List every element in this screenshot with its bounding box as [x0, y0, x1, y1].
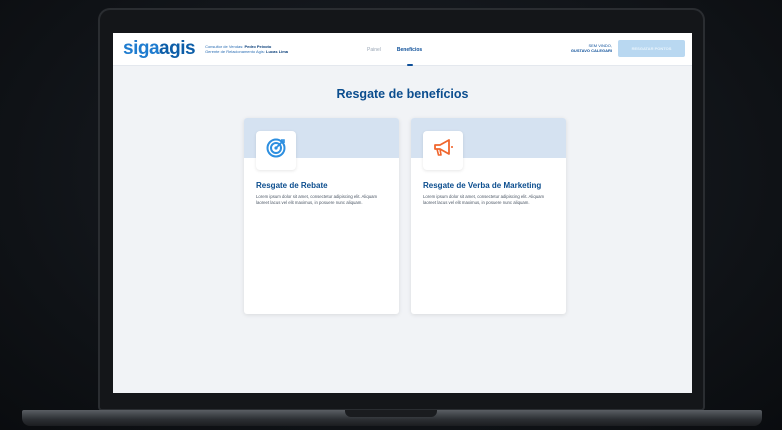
- laptop-notch: [345, 410, 437, 417]
- user-name: GUSTAVO CALEGARI: [570, 48, 612, 53]
- card-icon-box: [423, 131, 463, 170]
- contacts-block: Consultor de Vendas: Pedro Peixoto Geren…: [205, 44, 288, 54]
- target-icon: [266, 138, 286, 163]
- card-description: Lorem ipsum dolor sit amet, consectetur …: [423, 194, 545, 205]
- card-icon-box: [256, 131, 296, 170]
- manager-name: Lucas Lima: [266, 49, 289, 54]
- logo-text-siga: siga: [123, 38, 160, 59]
- app-screen: sigaagis Consultor de Vendas: Pedro Peix…: [113, 33, 692, 393]
- redeem-points-button[interactable]: RESGATAR PONTOS: [618, 40, 685, 57]
- page-title: Resgate de benefícios: [336, 87, 469, 101]
- card-description: Lorem ipsum dolor sit amet, consectetur …: [256, 194, 378, 205]
- user-block: SEM VINDO, GUSTAVO CALEGARI: [571, 43, 612, 53]
- siga-agis-logo[interactable]: sigaagis: [123, 38, 196, 60]
- card-rebate[interactable]: Resgate de Rebate Lorem ipsum dolor sit …: [244, 118, 399, 314]
- manager-line: Gerente de Relacionamento Agis: Lucas Li…: [205, 49, 288, 54]
- manager-label: Gerente de Relacionamento Agis:: [205, 49, 265, 54]
- logo-text-agis: agis: [159, 38, 196, 59]
- benefit-cards: Resgate de Rebate Lorem ipsum dolor sit …: [244, 118, 566, 314]
- megaphone-icon: [432, 138, 454, 163]
- card-title: Resgate de Verba de Marketing: [423, 181, 542, 190]
- nav-item-painel[interactable]: Painel: [367, 33, 381, 66]
- card-marketing[interactable]: Resgate de Verba de Marketing Lorem ipsu…: [411, 118, 566, 314]
- nav-item-beneficios[interactable]: Benefícios: [397, 33, 422, 66]
- card-title: Resgate de Rebate: [256, 181, 328, 190]
- main-nav: Painel Benefícios: [367, 33, 422, 66]
- app-header: sigaagis Consultor de Vendas: Pedro Peix…: [113, 33, 692, 66]
